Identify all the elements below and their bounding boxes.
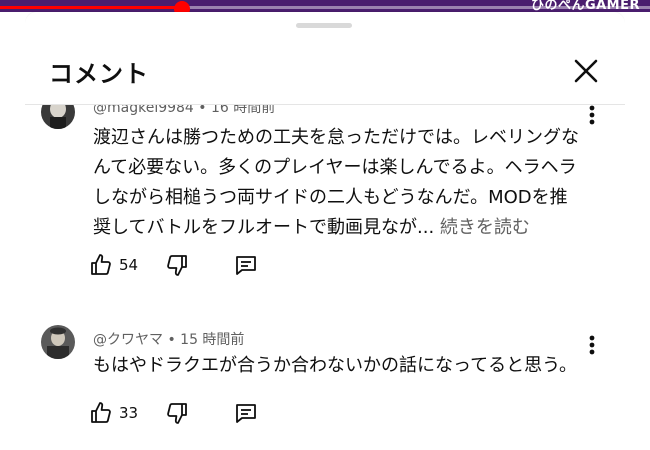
- meta-separator: •: [167, 332, 176, 348]
- comment-time: 16 時間前: [211, 105, 276, 116]
- avatar[interactable]: [41, 105, 75, 129]
- comment-actions: 33: [89, 398, 289, 428]
- like-count: 54: [119, 256, 139, 274]
- like-icon: [91, 254, 111, 275]
- reply-button[interactable]: [233, 250, 259, 280]
- progress-bar-played: [0, 6, 182, 9]
- meta-separator: •: [198, 105, 207, 116]
- comment-text: もはやドラクエが合うか合わないかの話になってると思う。: [93, 355, 578, 376]
- like-count: 33: [119, 404, 139, 422]
- comment-text-container: もはやドラクエが合うか合わないかの話になってると思う。: [93, 351, 583, 381]
- channel-banner-text: ひのぺんGAMER: [530, 0, 640, 12]
- comments-screen: ひのぺんGAMER コメント @magkei9984 • 16 時間前 渡辺さん…: [0, 0, 650, 450]
- video-player-strip[interactable]: ひのぺんGAMER: [0, 0, 650, 12]
- reply-icon: [236, 256, 256, 275]
- like-button[interactable]: 54: [89, 250, 138, 280]
- reply-icon: [236, 404, 256, 423]
- comments-sheet: コメント @magkei9984 • 16 時間前 渡辺さんは勝つための工夫を怠…: [25, 12, 625, 450]
- close-button[interactable]: [571, 56, 601, 86]
- like-icon: [91, 402, 111, 423]
- comment-author[interactable]: @magkei9984: [93, 105, 194, 116]
- dislike-button[interactable]: [165, 398, 189, 428]
- read-more-link[interactable]: 続きを読む: [440, 217, 530, 238]
- comment-menu-button[interactable]: [585, 333, 599, 359]
- comment-meta: @magkei9984 • 16 時間前: [93, 105, 275, 117]
- sheet-title: コメント: [49, 60, 149, 88]
- comments-list: @magkei9984 • 16 時間前 渡辺さんは勝つための工夫を怠っただけで…: [25, 105, 625, 450]
- close-icon: [574, 59, 598, 83]
- progress-scrubber[interactable]: [174, 1, 190, 12]
- comment-actions: 54: [89, 250, 289, 280]
- dislike-icon: [167, 403, 187, 424]
- more-vert-icon: [589, 105, 595, 125]
- dislike-icon: [167, 255, 187, 276]
- comment-menu-button[interactable]: [585, 105, 599, 129]
- dislike-button[interactable]: [165, 250, 189, 280]
- reply-button[interactable]: [233, 398, 259, 428]
- comment-author[interactable]: @クワヤマ: [93, 332, 163, 348]
- comment-time: 15 時間前: [180, 332, 245, 348]
- more-vert-icon: [589, 335, 595, 355]
- comment-meta: @クワヤマ • 15 時間前: [93, 329, 244, 349]
- comment-text-container: 渡辺さんは勝つための工夫を怠っただけでは。レベリングなんて必要ない。多くのプレイ…: [93, 123, 583, 243]
- like-button[interactable]: 33: [89, 398, 138, 428]
- drag-handle[interactable]: [296, 23, 352, 28]
- avatar[interactable]: [41, 325, 75, 359]
